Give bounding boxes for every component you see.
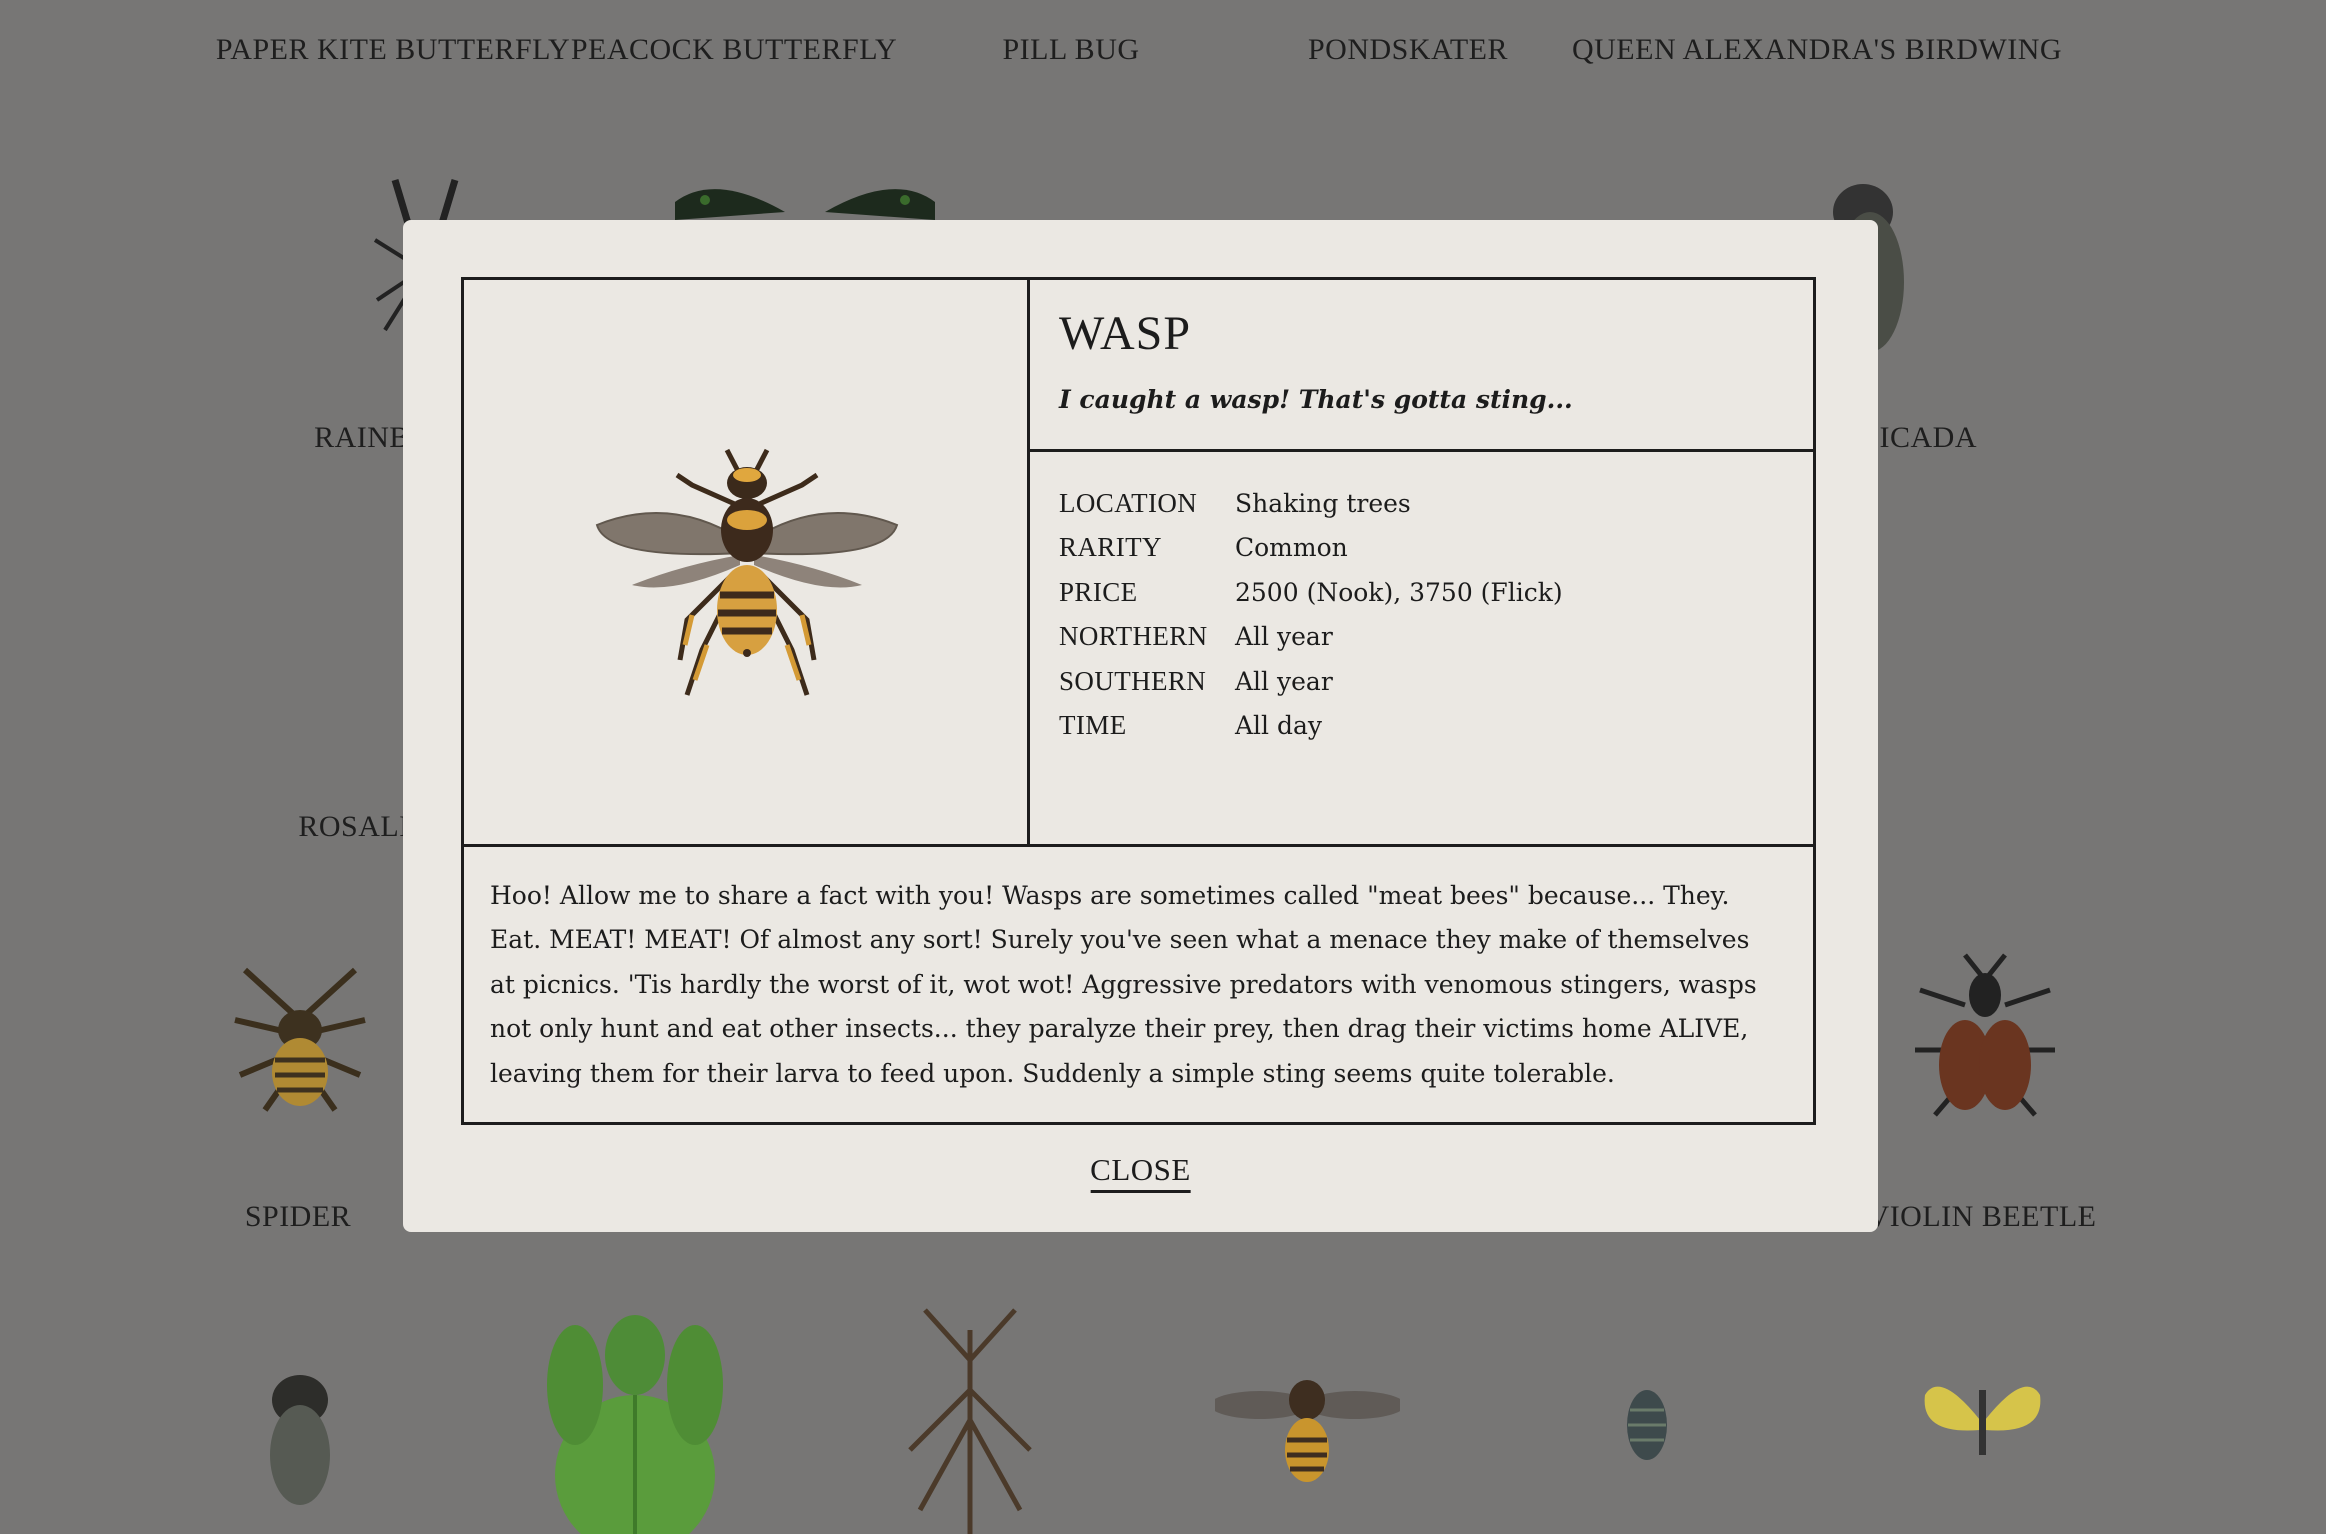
detail-value: Shaking trees (1235, 488, 1411, 518)
detail-key: RARITY (1059, 532, 1162, 563)
wasp-image (595, 448, 899, 696)
pill-bug-image[interactable] (1612, 1370, 1682, 1480)
bug-info-panel: LOCATION Shaking trees RARITY Common PRI… (1027, 449, 1816, 847)
detail-row-northern: NORTHERN All year (1059, 615, 1563, 660)
detail-value: 2500 (Nook), 3750 (Flick) (1235, 577, 1563, 607)
bug-label-queen-alexandras-birdwing[interactable]: QUEEN ALEXANDRA'S BIRDWING (1572, 33, 2062, 67)
bug-description-panel: Hoo! Allow me to share a fact with you! … (461, 844, 1816, 1125)
bug-detail-modal: WASP I caught a wasp! That's gotta sting… (403, 220, 1878, 1232)
detail-key: PRICE (1059, 576, 1138, 607)
detail-row-location: LOCATION Shaking trees (1059, 481, 1563, 526)
detail-key: LOCATION (1059, 487, 1198, 518)
detail-row-southern: SOUTHERN All year (1059, 659, 1563, 704)
detail-key: SOUTHERN (1059, 665, 1207, 696)
detail-row-time: TIME All day (1059, 704, 1563, 749)
bug-title: WASP (1059, 307, 1192, 360)
bug-label-pondskater[interactable]: PONDSKATER (1308, 33, 1508, 67)
spider-image[interactable] (225, 960, 375, 1120)
bug-label-rainbow-stag[interactable]: RAINB (314, 421, 410, 455)
detail-value: Common (1235, 533, 1348, 563)
bug-label-paper-kite-butterfly[interactable]: PAPER KITE BUTTERFLY (216, 33, 570, 67)
wasp-small-image[interactable] (1215, 1355, 1400, 1505)
bug-image-panel (461, 277, 1030, 847)
bug-label-pill-bug[interactable]: PILL BUG (1002, 33, 1139, 67)
walking-stick-image[interactable] (900, 1300, 1040, 1534)
close-button[interactable]: CLOSE (1090, 1152, 1191, 1193)
bug-header-panel: WASP I caught a wasp! That's gotta sting… (1027, 277, 1816, 452)
yellow-butterfly-image[interactable] (1920, 1375, 2045, 1465)
detail-value: All year (1235, 666, 1333, 696)
bug-description: Hoo! Allow me to share a fact with you! … (490, 881, 1757, 1088)
detail-value: All year (1235, 622, 1333, 652)
detail-row-price: PRICE 2500 (Nook), 3750 (Flick) (1059, 570, 1563, 615)
butterfly-image[interactable] (665, 182, 945, 222)
detail-value: All day (1235, 711, 1323, 741)
bug-label-violin-beetle[interactable]: VIOLIN BEETLE (1868, 1200, 2097, 1234)
cicada-small-image[interactable] (255, 1365, 345, 1505)
bug-label-peacock-butterfly[interactable]: PEACOCK BUTTERFLY (571, 33, 897, 67)
detail-row-rarity: RARITY Common (1059, 526, 1563, 571)
detail-key: TIME (1059, 710, 1127, 741)
bug-label-rosalia[interactable]: ROSALI (298, 810, 409, 844)
violin-beetle-image[interactable] (1905, 950, 2065, 1120)
bug-details-table: LOCATION Shaking trees RARITY Common PRI… (1059, 481, 1563, 748)
bug-label-spider[interactable]: SPIDER (245, 1200, 351, 1234)
orchid-mantis-image[interactable] (530, 1275, 740, 1534)
bug-catch-quote: I caught a wasp! That's gotta sting... (1059, 385, 1573, 414)
detail-key: NORTHERN (1059, 621, 1208, 652)
